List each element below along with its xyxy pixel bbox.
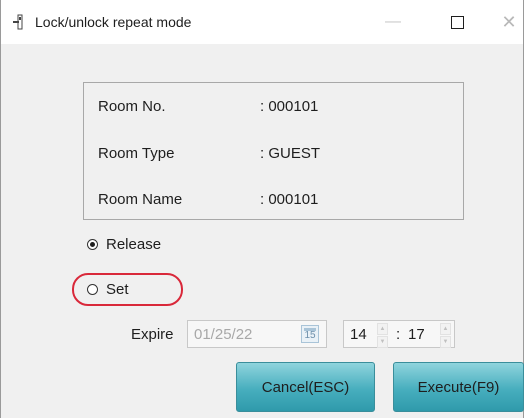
release-radio-label: Release [106,236,162,253]
expire-time-picker[interactable]: 14 ▲ ▼ : 17 ▲ ▼ [343,320,455,348]
release-radio[interactable]: Release [87,236,161,253]
execute-button[interactable]: Execute(F9) [393,362,524,412]
minute-spinner[interactable]: ▲ ▼ [440,323,451,348]
title-bar[interactable]: Lock/unlock repeat mode — ✕ [1,0,523,44]
spin-down-icon[interactable]: ▼ [440,336,451,348]
radio-unchecked-icon [87,284,98,295]
expire-date-value: 01/25/22 [194,326,253,343]
calendar-icon[interactable]: 15 [301,325,319,343]
room-no-label: Room No. [98,98,166,115]
spin-up-icon[interactable]: ▲ [440,323,451,335]
window-title: Lock/unlock repeat mode [35,14,192,30]
cancel-button[interactable]: Cancel(ESC) [236,362,375,412]
maximize-icon [450,15,464,29]
room-type-value: : GUEST [260,145,321,162]
room-name-label: Room Name [98,191,183,208]
room-info-panel: Room No. : 000101 Room Type : GUEST Room… [83,82,464,220]
door-lock-icon [13,14,23,30]
close-icon: ✕ [501,11,517,32]
hour-spinner[interactable]: ▲ ▼ [377,323,388,348]
expire-hour[interactable]: 14 [350,326,367,343]
room-type-label: Room Type [98,145,175,162]
close-button[interactable]: ✕ [489,8,526,36]
spin-up-icon[interactable]: ▲ [377,323,388,335]
set-radio[interactable]: Set [87,281,129,298]
lock-unlock-dialog: Lock/unlock repeat mode — ✕ Room No. : 0… [0,0,524,418]
expire-label: Expire [131,326,174,343]
expire-date-picker[interactable]: 01/25/22 15 [187,320,327,348]
room-no-value: : 000101 [260,98,319,115]
expire-minute[interactable]: 17 [408,326,425,343]
room-name-value: : 000101 [260,191,319,208]
minimize-button[interactable]: — [373,8,413,36]
calendar-day: 15 [304,330,316,341]
time-separator: : [396,326,401,343]
set-radio-label: Set [106,281,129,298]
minimize-icon: — [385,13,401,30]
spin-down-icon[interactable]: ▼ [377,336,388,348]
radio-checked-icon [87,239,98,250]
maximize-button[interactable] [437,8,477,36]
